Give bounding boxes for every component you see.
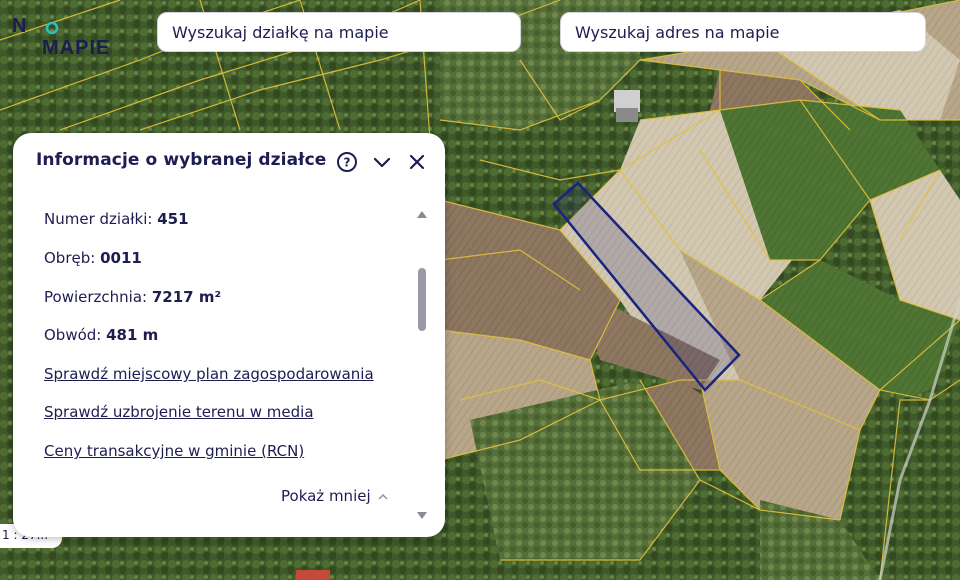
show-less-button[interactable]: Pokaż mniej	[281, 487, 389, 505]
plot-search-input[interactable]	[157, 12, 521, 52]
scroll-up-arrow-icon[interactable]	[416, 209, 428, 219]
zoning-plan-link[interactable]: Sprawdź miejscowy plan zagospodarowania	[44, 365, 374, 383]
chevron-down-icon[interactable]	[371, 151, 393, 173]
plot-info-panel: Informacje o wybranej działce ? Numer dz…	[13, 133, 445, 537]
chevron-up-icon	[378, 493, 388, 499]
precinct-label: Obręb:	[44, 249, 101, 267]
svg-text:N: N	[12, 15, 26, 37]
brand-logo[interactable]: N MAPIE	[12, 12, 122, 56]
scrollbar-thumb[interactable]	[418, 268, 426, 331]
precinct-value: 0011	[100, 249, 142, 267]
plot-number-row: Numer działki: 451	[44, 210, 189, 228]
area-row: Powierzchnia: 7217 m²	[44, 288, 221, 306]
svg-text:?: ?	[344, 156, 351, 170]
plot-number-value: 451	[157, 210, 189, 228]
area-value: 7217 m²	[151, 288, 222, 306]
perimeter-value: 481 m	[106, 326, 159, 344]
plot-number-label: Numer działki:	[44, 210, 158, 228]
transaction-prices-link[interactable]: Ceny transakcyjne w gminie (RCN)	[44, 442, 304, 460]
help-icon[interactable]: ?	[336, 151, 358, 173]
address-search-input[interactable]	[560, 12, 926, 52]
show-less-label: Pokaż mniej	[281, 487, 371, 505]
utilities-link[interactable]: Sprawdź uzbrojenie terenu w media	[44, 403, 314, 421]
scroll-down-arrow-icon[interactable]	[416, 511, 428, 521]
svg-text:MAPIE: MAPIE	[42, 37, 110, 56]
precinct-row: Obręb: 0011	[44, 249, 142, 267]
close-icon[interactable]	[406, 151, 428, 173]
perimeter-label: Obwód:	[44, 326, 107, 344]
perimeter-row: Obwód: 481 m	[44, 326, 158, 344]
panel-title: Informacje o wybranej działce	[36, 150, 327, 170]
area-label: Powierzchnia:	[44, 288, 152, 306]
